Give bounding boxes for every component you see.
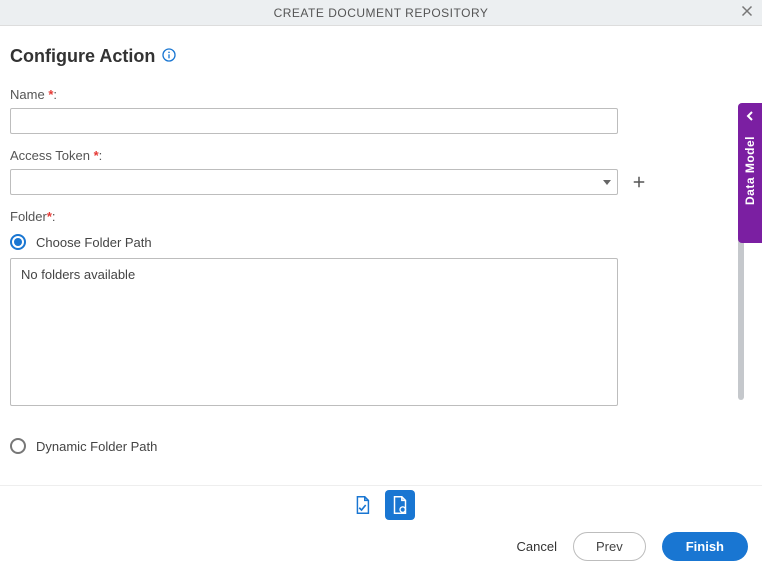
radio-label-dynamic: Dynamic Folder Path	[36, 439, 157, 454]
radio-choose-folder-path[interactable]: Choose Folder Path	[10, 234, 722, 250]
document-gear-icon	[389, 494, 411, 516]
cancel-button[interactable]: Cancel	[517, 539, 557, 554]
name-input[interactable]	[10, 108, 618, 134]
document-check-button[interactable]	[347, 490, 377, 520]
radio-unselected-icon	[10, 438, 26, 454]
button-row: Cancel Prev Finish	[0, 523, 762, 573]
prev-button[interactable]: Prev	[573, 532, 646, 561]
access-token-select[interactable]	[10, 169, 618, 195]
document-settings-button[interactable]	[385, 490, 415, 520]
close-button[interactable]	[738, 2, 756, 23]
titlebar: CREATE DOCUMENT REPOSITORY	[0, 0, 762, 26]
dialog-window: CREATE DOCUMENT REPOSITORY Configure Act…	[0, 0, 762, 573]
add-access-token-button[interactable]	[628, 171, 650, 193]
document-check-icon	[351, 494, 373, 516]
side-tab-label: Data Model	[743, 136, 757, 205]
access-token-label: Access Token *:	[10, 148, 722, 163]
plus-icon	[630, 173, 648, 191]
folder-empty-text: No folders available	[21, 267, 135, 282]
finish-button[interactable]: Finish	[662, 532, 748, 561]
access-token-row	[10, 169, 722, 195]
name-label: Name *:	[10, 87, 722, 102]
page-heading: Configure Action	[10, 46, 155, 67]
radio-label-choose: Choose Folder Path	[36, 235, 152, 250]
close-icon	[738, 2, 756, 20]
radio-selected-icon	[10, 234, 26, 250]
chevron-left-icon	[745, 109, 755, 124]
folder-list-box: No folders available	[10, 258, 618, 406]
folder-label: Folder*:	[10, 209, 722, 224]
chevron-down-icon	[603, 180, 611, 185]
info-icon[interactable]	[161, 47, 177, 66]
tool-row	[0, 485, 762, 523]
radio-dynamic-folder-path[interactable]: Dynamic Folder Path	[10, 438, 722, 454]
window-title: CREATE DOCUMENT REPOSITORY	[274, 6, 489, 20]
heading-row: Configure Action	[10, 46, 722, 67]
data-model-tab[interactable]: Data Model	[738, 103, 762, 243]
footer: Cancel Prev Finish	[0, 485, 762, 573]
